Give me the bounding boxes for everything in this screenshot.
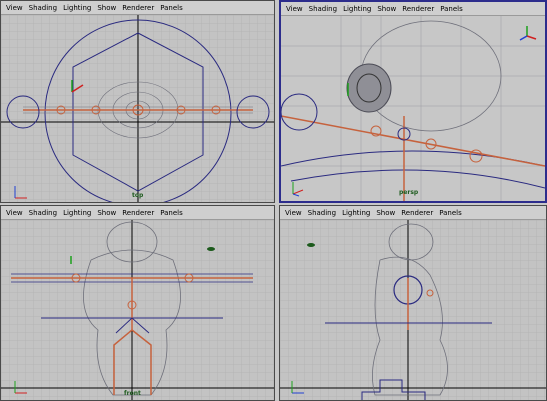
axis-gizmo-icon	[288, 375, 310, 397]
viewport-top[interactable]: View Shading Lighting Show Renderer Pane…	[0, 0, 275, 203]
menu-view[interactable]: View	[285, 206, 302, 219]
menu-view[interactable]: View	[6, 206, 23, 219]
menu-renderer[interactable]: Renderer	[122, 1, 154, 14]
menu-lighting[interactable]: Lighting	[343, 2, 371, 15]
menu-lighting[interactable]: Lighting	[342, 206, 370, 219]
persp-view-scene	[281, 16, 545, 201]
menu-renderer[interactable]: Renderer	[401, 206, 433, 219]
viewport-menubar: View Shading Lighting Show Renderer Pane…	[280, 206, 546, 220]
viewport-front[interactable]: View Shading Lighting Show Renderer Pane…	[0, 205, 275, 401]
menu-view[interactable]: View	[6, 1, 23, 14]
menu-view[interactable]: View	[286, 2, 303, 15]
viewport-menubar: View Shading Lighting Show Renderer Pane…	[1, 206, 274, 220]
viewport-persp[interactable]: View Shading Lighting Show Renderer Pane…	[279, 0, 547, 203]
viewport-canvas[interactable]: top	[1, 15, 274, 202]
viewport-menubar: View Shading Lighting Show Renderer Pane…	[1, 1, 274, 15]
viewport-side[interactable]: View Shading Lighting Show Renderer Pane…	[279, 205, 547, 401]
menu-show[interactable]: Show	[376, 206, 395, 219]
viewport-canvas[interactable]: front	[1, 220, 274, 400]
side-view-scene	[280, 220, 546, 400]
menu-lighting[interactable]: Lighting	[63, 206, 91, 219]
menu-renderer[interactable]: Renderer	[122, 206, 154, 219]
axis-gizmo-icon	[289, 176, 311, 198]
menu-lighting[interactable]: Lighting	[63, 1, 91, 14]
menu-shading[interactable]: Shading	[29, 1, 57, 14]
front-view-scene	[1, 220, 274, 400]
menu-show[interactable]: Show	[97, 206, 116, 219]
menu-show[interactable]: Show	[97, 1, 116, 14]
axis-gizmo-icon	[11, 180, 33, 202]
viewport-canvas[interactable]	[280, 220, 546, 400]
view-cube-icon[interactable]	[517, 24, 539, 46]
menu-shading[interactable]: Shading	[309, 2, 337, 15]
menu-renderer[interactable]: Renderer	[402, 2, 434, 15]
top-view-scene	[1, 15, 274, 202]
menu-panels[interactable]: Panels	[439, 206, 462, 219]
camera-label: front	[124, 390, 141, 397]
menu-shading[interactable]: Shading	[308, 206, 336, 219]
menu-panels[interactable]: Panels	[160, 206, 183, 219]
camera-label: persp	[399, 189, 419, 196]
menu-panels[interactable]: Panels	[440, 2, 463, 15]
menu-show[interactable]: Show	[377, 2, 396, 15]
axis-gizmo-icon	[11, 375, 33, 397]
eye-left	[346, 63, 392, 113]
camera-label: top	[132, 192, 144, 199]
viewport-menubar: View Shading Lighting Show Renderer Pane…	[281, 2, 545, 16]
menu-panels[interactable]: Panels	[160, 1, 183, 14]
viewport-canvas[interactable]: persp	[281, 16, 545, 201]
menu-shading[interactable]: Shading	[29, 206, 57, 219]
